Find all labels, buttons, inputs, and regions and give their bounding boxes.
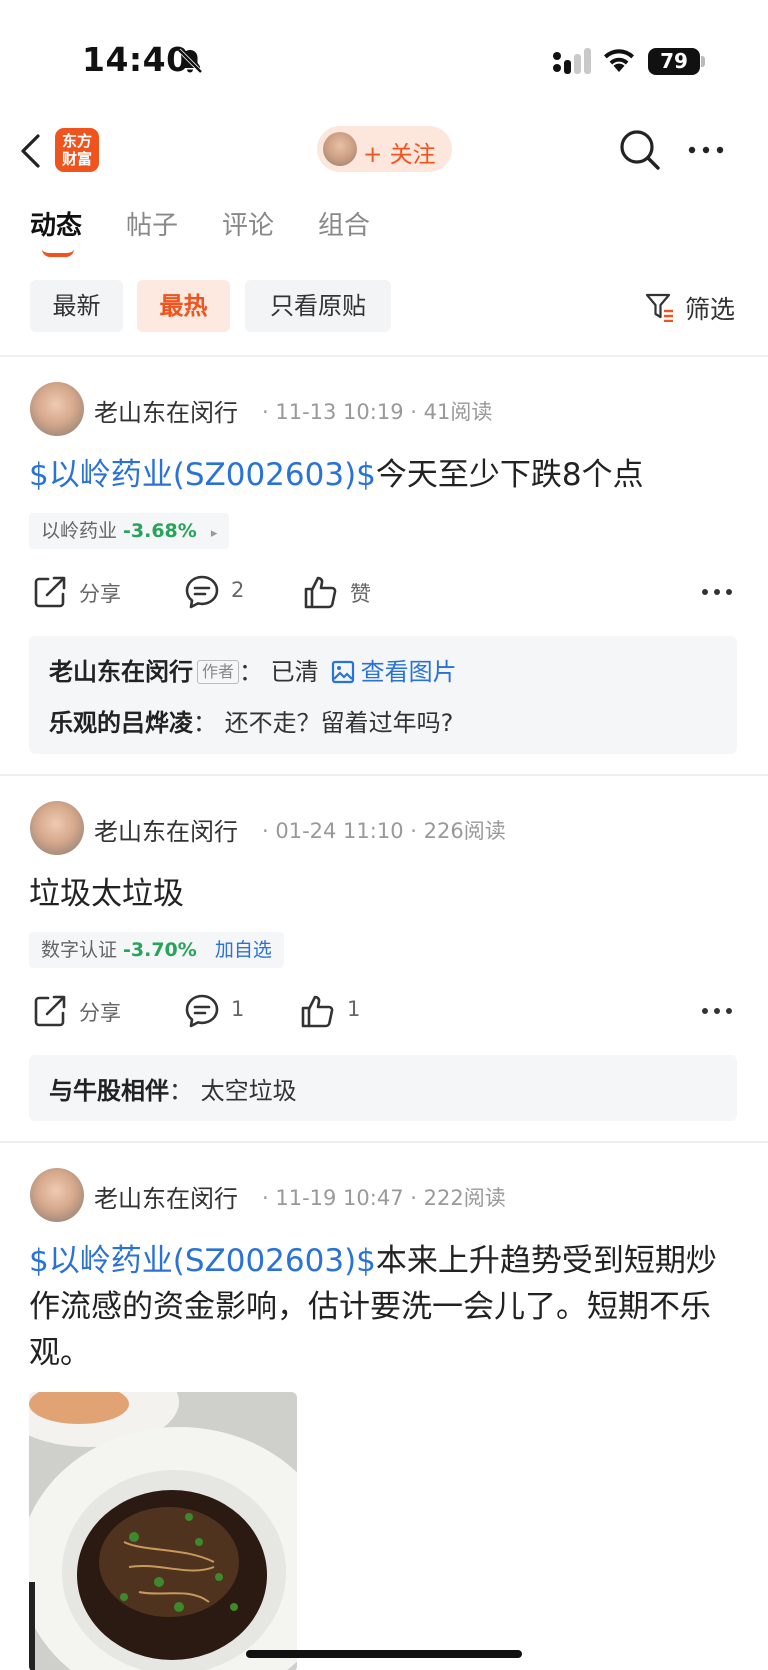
stock-quote-tag[interactable]: 以岭药业 -3.68% ▸ bbox=[29, 513, 230, 549]
comment-text: 太空垃圾 bbox=[200, 1077, 297, 1105]
app-logo: 东方 财富 bbox=[55, 128, 99, 172]
comment-user[interactable]: 与牛股相伴 bbox=[49, 1077, 169, 1105]
follow-button[interactable]: + 关注 bbox=[317, 126, 452, 172]
more-icon[interactable] bbox=[700, 1003, 734, 1019]
post-card[interactable]: 老山东在闵行 · 11-13 10:19 · 41阅读 $以岭药业(SZ0026… bbox=[0, 356, 768, 774]
tab-dynamic[interactable]: 动态 bbox=[30, 205, 82, 242]
comment-text: 已清 bbox=[270, 658, 319, 686]
stock-name: 以岭药业 bbox=[41, 520, 118, 542]
stock-change: -3.68% bbox=[123, 520, 197, 542]
comment-user[interactable]: 老山东在闵行 bbox=[49, 658, 193, 686]
comment-item[interactable]: 乐观的吕烨凌： 还不走？留着过年吗? bbox=[49, 703, 453, 738]
bell-muted-icon bbox=[177, 48, 203, 74]
like-button[interactable]: 赞 bbox=[303, 570, 383, 614]
comment-count: 1 bbox=[231, 997, 245, 1021]
post-meta: · 11-19 10:47 · 222阅读 bbox=[262, 1186, 506, 1210]
filter-bar: 最新 最热 只看原贴 筛选 bbox=[0, 280, 768, 334]
search-icon[interactable] bbox=[618, 128, 662, 172]
post-time: 01-24 11:10 bbox=[275, 819, 404, 843]
signal-icon bbox=[553, 48, 591, 74]
chevron-right-icon: ▸ bbox=[210, 526, 218, 541]
post-body: 今天至少下跌8个点 bbox=[375, 457, 644, 493]
back-icon[interactable] bbox=[18, 132, 44, 170]
top-nav: 东方 财富 + 关注 bbox=[0, 120, 768, 180]
avatar[interactable] bbox=[30, 382, 84, 436]
share-button[interactable]: 分享 bbox=[32, 989, 142, 1033]
share-label: 分享 bbox=[79, 1001, 121, 1025]
author-name[interactable]: 老山东在闵行 bbox=[94, 393, 238, 428]
post-time: 11-13 10:19 bbox=[275, 400, 404, 424]
comment-count: 2 bbox=[231, 578, 245, 602]
status-bar: 14:40 79 bbox=[0, 0, 768, 110]
post-time: 11-19 10:47 bbox=[275, 1186, 404, 1210]
share-label: 分享 bbox=[79, 582, 121, 606]
tab-posts[interactable]: 帖子 bbox=[126, 205, 178, 242]
more-icon[interactable] bbox=[700, 584, 734, 600]
comment-preview[interactable]: 与牛股相伴： 太空垃圾 bbox=[29, 1055, 737, 1121]
share-icon bbox=[34, 995, 66, 1027]
post-meta: · 11-13 10:19 · 41阅读 bbox=[262, 400, 493, 424]
comment-item[interactable]: 老山东在闵行 作者： 已清 查看图片 bbox=[49, 652, 457, 687]
active-tab-indicator bbox=[42, 249, 74, 257]
more-icon[interactable] bbox=[686, 138, 726, 162]
post-card[interactable]: 老山东在闵行 · 01-24 11:10 · 226阅读 垃圾太垃圾 数字认证 -… bbox=[0, 775, 768, 1140]
share-button[interactable]: 分享 bbox=[32, 570, 142, 614]
like-icon bbox=[304, 576, 337, 609]
status-time: 14:40 bbox=[82, 40, 190, 79]
stock-quote-tag[interactable]: 数字认证 -3.70% 加自选 bbox=[29, 932, 284, 968]
comment-icon bbox=[185, 575, 219, 609]
author-name[interactable]: 老山东在闵行 bbox=[94, 812, 238, 847]
filter-icon bbox=[645, 293, 673, 322]
like-count: 1 bbox=[347, 997, 361, 1021]
avatar[interactable] bbox=[30, 1168, 84, 1222]
image-icon bbox=[331, 660, 354, 684]
avatar bbox=[323, 132, 357, 166]
stock-link[interactable]: $以岭药业(SZ002603)$ bbox=[29, 1243, 376, 1279]
author-badge: 作者 bbox=[197, 660, 240, 684]
read-count: 41阅读 bbox=[423, 400, 493, 424]
wifi-icon bbox=[604, 49, 634, 72]
post-image-noodle-bowl[interactable] bbox=[29, 1392, 297, 1670]
post-body: 垃圾太垃圾 bbox=[29, 876, 184, 912]
post-actions: 分享 1 1 bbox=[0, 989, 768, 1033]
chip-original-only[interactable]: 只看原贴 bbox=[245, 280, 391, 332]
post-content[interactable]: $以岭药业(SZ002603)$本来上升趋势受到短期炒作流感的资金影响，估计要洗… bbox=[29, 1238, 739, 1376]
add-watchlist-link[interactable]: 加自选 bbox=[215, 939, 272, 961]
view-image-label: 查看图片 bbox=[360, 658, 457, 686]
post-actions: 分享 2 赞 bbox=[0, 570, 768, 614]
filter-label: 筛选 bbox=[685, 295, 736, 324]
like-label: 赞 bbox=[350, 582, 371, 606]
home-indicator bbox=[246, 1650, 522, 1658]
comment-text: 还不走？留着过年吗? bbox=[224, 709, 454, 737]
tab-comments[interactable]: 评论 bbox=[222, 205, 274, 242]
follow-label: + 关注 bbox=[363, 142, 436, 168]
like-button[interactable]: 1 bbox=[300, 989, 380, 1033]
view-image-link[interactable]: 查看图片 bbox=[331, 658, 457, 686]
share-icon bbox=[34, 576, 66, 608]
comment-button[interactable]: 2 bbox=[184, 570, 264, 614]
stock-name: 数字认证 bbox=[41, 939, 118, 961]
battery-cap bbox=[701, 56, 705, 67]
like-icon bbox=[301, 995, 334, 1028]
comment-preview[interactable]: 老山东在闵行 作者： 已清 查看图片 乐观的吕烨凌： 还不走？留着过年吗? bbox=[29, 636, 737, 754]
comment-item[interactable]: 与牛股相伴： 太空垃圾 bbox=[49, 1071, 297, 1106]
author-name[interactable]: 老山东在闵行 bbox=[94, 1179, 238, 1214]
comment-user[interactable]: 乐观的吕烨凌 bbox=[49, 709, 193, 737]
chip-latest[interactable]: 最新 bbox=[30, 280, 123, 332]
read-count: 222阅读 bbox=[423, 1186, 506, 1210]
stock-change: -3.70% bbox=[123, 939, 197, 961]
post-content[interactable]: 垃圾太垃圾 bbox=[29, 871, 739, 917]
chip-hottest[interactable]: 最热 bbox=[137, 280, 230, 332]
battery-indicator: 79 bbox=[648, 48, 700, 75]
post-meta: · 01-24 11:10 · 226阅读 bbox=[262, 819, 506, 843]
comment-icon bbox=[185, 994, 219, 1028]
avatar[interactable] bbox=[30, 801, 84, 855]
post-card[interactable]: 老山东在闵行 · 11-19 10:47 · 222阅读 $以岭药业(SZ002… bbox=[0, 1142, 768, 1670]
comment-button[interactable]: 1 bbox=[184, 989, 264, 1033]
post-content[interactable]: $以岭药业(SZ002603)$今天至少下跌8个点 bbox=[29, 452, 739, 498]
tab-portfolio[interactable]: 组合 bbox=[318, 205, 370, 242]
noodle-bowl-image bbox=[29, 1392, 297, 1670]
stock-link[interactable]: $以岭药业(SZ002603)$ bbox=[29, 457, 376, 493]
read-count: 226阅读 bbox=[423, 819, 506, 843]
